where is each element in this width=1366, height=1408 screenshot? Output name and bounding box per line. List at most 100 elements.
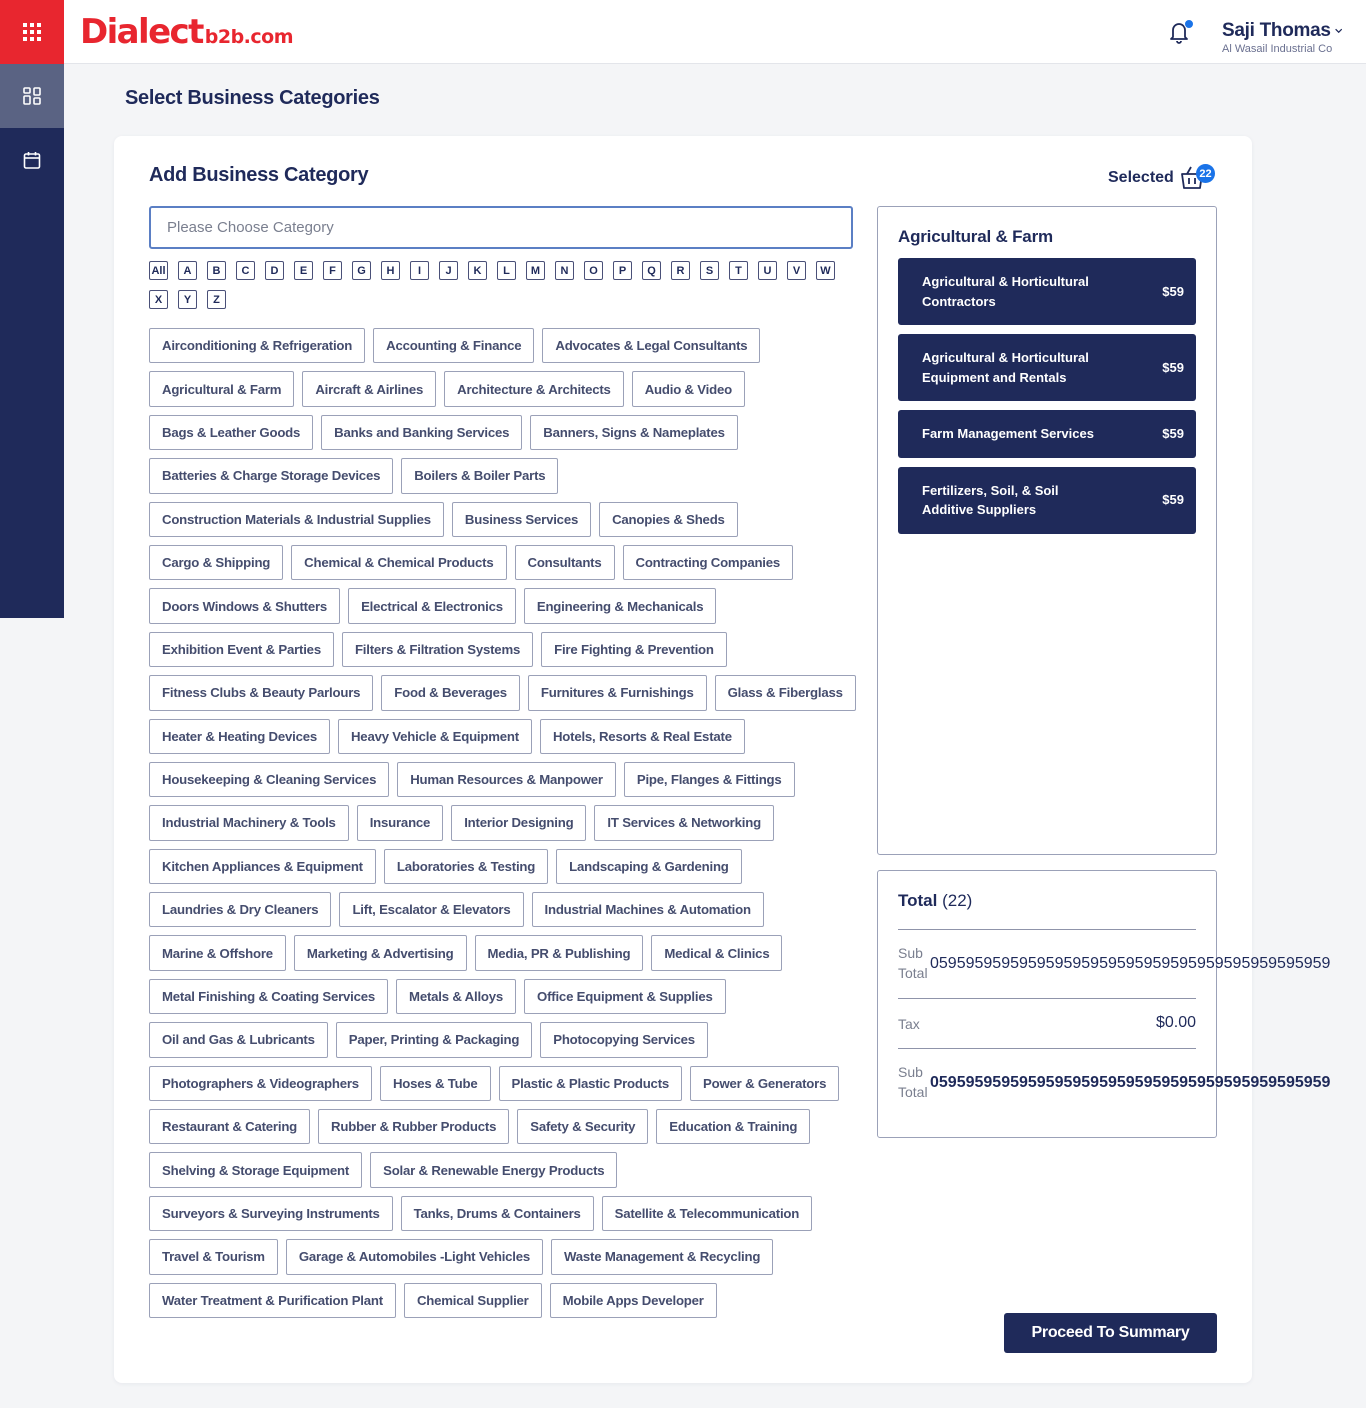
category-chip[interactable]: Shelving & Storage Equipment — [149, 1152, 363, 1188]
category-chip[interactable]: Marine & Offshore — [149, 935, 286, 971]
letter-filter-w[interactable]: W — [816, 261, 835, 280]
category-chip[interactable]: Mobile Apps Developer — [549, 1282, 717, 1318]
category-chip[interactable]: Laundries & Dry Cleaners — [149, 892, 332, 928]
selected-item[interactable]: Agricultural & Horticultural Equipment a… — [898, 334, 1196, 401]
category-chip[interactable]: Solar & Renewable Energy Products — [370, 1152, 618, 1188]
letter-filter-f[interactable]: F — [323, 261, 342, 280]
letter-filter-z[interactable]: Z — [207, 290, 226, 309]
category-chip[interactable]: Kitchen Appliances & Equipment — [149, 848, 376, 885]
letter-filter-k[interactable]: K — [468, 261, 487, 280]
category-chip[interactable]: Human Resources & Manpower — [397, 761, 616, 798]
category-chip[interactable]: Airconditioning & Refrigeration — [149, 328, 366, 364]
letter-filter-l[interactable]: L — [497, 261, 516, 280]
category-chip[interactable]: Filters & Filtration Systems — [341, 631, 534, 668]
category-chip[interactable]: Banners, Signs & Nameplates — [530, 414, 738, 451]
category-chip[interactable]: Laboratories & Testing — [383, 848, 549, 885]
letter-filter-t[interactable]: T — [729, 261, 748, 280]
letter-filter-p[interactable]: P — [613, 261, 632, 280]
category-chip[interactable]: Contracting Companies — [622, 544, 794, 581]
user-menu[interactable]: Saji Thomas Al Wasail Industrial Co — [1222, 20, 1342, 55]
letter-filter-e[interactable]: E — [294, 261, 313, 280]
notifications-button[interactable] — [1168, 19, 1194, 44]
category-chip[interactable]: Industrial Machines & Automation — [531, 892, 764, 928]
category-chip[interactable]: Oil and Gas & Lubricants — [149, 1022, 328, 1058]
category-chip[interactable]: Cargo & Shipping — [149, 544, 284, 581]
selected-item[interactable]: Agricultural & Horticultural Contractors… — [898, 258, 1196, 325]
letter-filter-c[interactable]: C — [236, 261, 255, 280]
letter-filter-b[interactable]: B — [207, 261, 226, 280]
logo[interactable]: Dialect b2b.com — [80, 12, 294, 52]
sidebar-item-dashboard[interactable] — [0, 64, 64, 128]
category-chip[interactable]: Education & Training — [656, 1109, 811, 1145]
category-chip[interactable]: Travel & Tourism — [149, 1239, 278, 1275]
letter-filter-u[interactable]: U — [758, 261, 777, 280]
category-chip[interactable]: Housekeeping & Cleaning Services — [149, 761, 390, 798]
category-chip[interactable]: Bags & Leather Goods — [149, 414, 314, 451]
category-chip[interactable]: Insurance — [356, 805, 444, 841]
letter-filter-all[interactable]: All — [149, 261, 168, 280]
letter-filter-r[interactable]: R — [671, 261, 690, 280]
category-chip[interactable]: Satellite & Telecommunication — [601, 1195, 813, 1232]
category-chip[interactable]: Tanks, Drums & Containers — [400, 1195, 594, 1232]
category-chip[interactable]: Aircraft & Airlines — [302, 371, 437, 407]
category-chip[interactable]: Photographers & Videographers — [149, 1065, 372, 1102]
category-chip[interactable]: Landscaping & Gardening — [556, 848, 742, 885]
sidebar-item-calendar[interactable] — [0, 128, 64, 192]
category-chip[interactable]: Metals & Alloys — [396, 978, 517, 1015]
category-chip[interactable]: Heater & Heating Devices — [149, 718, 330, 754]
letter-filter-s[interactable]: S — [700, 261, 719, 280]
category-chip[interactable]: Agricultural & Farm — [149, 371, 295, 407]
letter-filter-a[interactable]: A — [178, 261, 197, 280]
letter-filter-v[interactable]: V — [787, 261, 806, 280]
category-chip[interactable]: Glass & Fiberglass — [714, 675, 856, 711]
category-chip[interactable]: Plastic & Plastic Products — [498, 1065, 683, 1102]
letter-filter-g[interactable]: G — [352, 261, 371, 280]
category-chip[interactable]: Power & Generators — [690, 1065, 840, 1102]
category-chip[interactable]: Audio & Video — [631, 371, 745, 407]
selected-basket-button[interactable]: 22 — [1180, 164, 1215, 190]
letter-filter-o[interactable]: O — [584, 261, 603, 280]
category-chip[interactable]: Office Equipment & Supplies — [524, 978, 726, 1015]
category-chip[interactable]: Engineering & Mechanicals — [523, 588, 717, 624]
category-chip[interactable]: Pipe, Flanges & Fittings — [623, 761, 795, 798]
category-chip[interactable]: Restaurant & Catering — [149, 1109, 311, 1145]
category-chip[interactable]: Fire Fighting & Prevention — [541, 631, 727, 668]
category-chip[interactable]: Photocopying Services — [540, 1022, 708, 1058]
selected-item[interactable]: Farm Management Services $59 — [898, 410, 1196, 458]
category-chip[interactable]: Medical & Clinics — [651, 935, 783, 971]
proceed-to-summary-button[interactable]: Proceed To Summary — [1004, 1313, 1217, 1353]
category-chip[interactable]: Hotels, Resorts & Real Estate — [539, 718, 745, 754]
category-chip[interactable]: Canopies & Sheds — [599, 501, 738, 537]
category-chip[interactable]: Consultants — [514, 544, 615, 581]
letter-filter-i[interactable]: I — [410, 261, 429, 280]
category-chip[interactable]: IT Services & Networking — [594, 805, 774, 841]
category-chip[interactable]: Waste Management & Recycling — [551, 1239, 774, 1275]
letter-filter-h[interactable]: H — [381, 261, 400, 280]
category-chip[interactable]: Metal Finishing & Coating Services — [149, 978, 389, 1015]
category-chip[interactable]: Batteries & Charge Storage Devices — [149, 458, 394, 494]
category-chip[interactable]: Garage & Automobiles -Light Vehicles — [285, 1239, 544, 1275]
category-chip[interactable]: Banks and Banking Services — [321, 414, 523, 451]
category-chip[interactable]: Heavy Vehicle & Equipment — [337, 718, 532, 754]
apps-menu-button[interactable] — [0, 0, 64, 64]
category-chip[interactable]: Water Treatment & Purification Plant — [149, 1282, 396, 1318]
category-chip[interactable]: Doors Windows & Shutters — [149, 588, 341, 624]
category-chip[interactable]: Construction Materials & Industrial Supp… — [149, 501, 444, 537]
letter-filter-j[interactable]: J — [439, 261, 458, 280]
category-chip[interactable]: Business Services — [451, 501, 592, 537]
category-chip[interactable]: Advocates & Legal Consultants — [542, 328, 761, 364]
category-chip[interactable]: Exhibition Event & Parties — [149, 631, 334, 668]
selected-item[interactable]: Fertilizers, Soil, & Soil Additive Suppl… — [898, 466, 1196, 534]
category-chip[interactable]: Hoses & Tube — [379, 1065, 491, 1102]
letter-filter-y[interactable]: Y — [178, 290, 197, 309]
letter-filter-x[interactable]: X — [149, 290, 168, 309]
category-chip[interactable]: Furnitures & Furnishings — [527, 675, 707, 711]
category-chip[interactable]: Surveyors & Surveying Instruments — [149, 1195, 393, 1232]
category-chip[interactable]: Food & Beverages — [381, 675, 520, 711]
letter-filter-q[interactable]: Q — [642, 261, 661, 280]
category-chip[interactable]: Paper, Printing & Packaging — [335, 1022, 533, 1058]
category-chip[interactable]: Electrical & Electronics — [348, 588, 516, 624]
category-chip[interactable]: Industrial Machinery & Tools — [149, 805, 349, 841]
category-chip[interactable]: Marketing & Advertising — [293, 935, 467, 971]
letter-filter-m[interactable]: M — [526, 261, 545, 280]
